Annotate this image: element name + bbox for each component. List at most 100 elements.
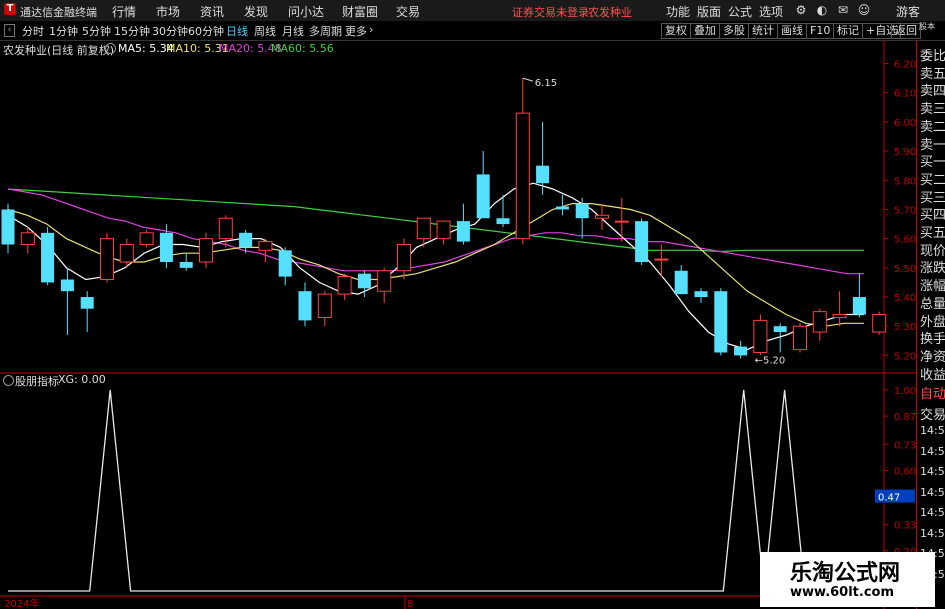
- menu-faxian[interactable]: 发现: [244, 3, 268, 20]
- menu-caifuquan[interactable]: 财富圈: [342, 3, 378, 20]
- share-capital-small: 股本: [919, 22, 935, 31]
- candle-body: [515, 112, 530, 240]
- candle-body: [496, 218, 510, 225]
- period-15min[interactable]: 15分钟: [114, 23, 150, 39]
- candle-body: [100, 238, 114, 281]
- quote-field-label: 涨幅: [920, 279, 945, 295]
- settings-icon[interactable]: ⚙: [793, 2, 809, 18]
- menu-xuanxiang[interactable]: 选项: [759, 3, 783, 20]
- candle-body: [377, 270, 392, 292]
- candle-body: [298, 291, 312, 321]
- candle-body: [694, 291, 708, 298]
- quote-field-label: 卖四: [920, 84, 945, 100]
- tick-time: 14:56: [920, 526, 945, 540]
- quote-field-label: 总量: [920, 296, 945, 312]
- menu-shichang[interactable]: 市场: [156, 3, 180, 20]
- period-more[interactable]: 更多: [345, 23, 367, 39]
- candle-body: [20, 232, 35, 245]
- candle: [298, 282, 312, 327]
- quote-field-label: 卖三: [920, 102, 945, 118]
- indicator-axis-label: 1.00: [894, 386, 916, 397]
- skin-icon[interactable]: ◐: [814, 2, 830, 18]
- period-1min[interactable]: 1分钟: [49, 23, 78, 39]
- period-60min[interactable]: 60分钟: [188, 23, 224, 39]
- price-axis-label: 6.10: [894, 89, 916, 100]
- menu-zixun[interactable]: 资讯: [200, 3, 224, 20]
- ma20-line: [7, 188, 864, 275]
- mail-icon[interactable]: ✉: [835, 2, 851, 18]
- price-chart[interactable]: 6.15 ←5.20 6.20 6.10 6.00 5.90 5.80 5.70 5.60 5.…: [0, 40, 945, 609]
- menu-gongneng[interactable]: 功能: [666, 3, 690, 20]
- indicator-axis-label: 0.73: [894, 440, 916, 451]
- guest-label[interactable]: 游客: [896, 3, 920, 20]
- candle-body: [753, 319, 768, 353]
- candle: [1, 203, 15, 254]
- candle-body: [654, 258, 669, 261]
- period-5min[interactable]: 5分钟: [82, 23, 111, 39]
- quote-field-label: 收益: [920, 367, 945, 383]
- quote-field-label: 卖二: [920, 119, 945, 135]
- btn-diejia[interactable]: 叠加: [690, 23, 720, 39]
- login-notice[interactable]: 证券交易未登录: [512, 4, 589, 20]
- candle: [654, 244, 669, 277]
- candle-body: [139, 232, 154, 245]
- quote-field-label: 买三: [920, 190, 945, 206]
- indicator-axis-label: 0.33: [894, 521, 916, 532]
- candle: [416, 217, 431, 248]
- ma10-line: [7, 203, 864, 327]
- more-chevron-icon[interactable]: ›: [369, 23, 373, 36]
- collapse-icon[interactable]: ‹: [4, 24, 15, 37]
- candle-body: [436, 220, 451, 240]
- candle-body: [317, 293, 332, 318]
- watermark: 乐淘公式网 www.60lt.com: [760, 552, 935, 607]
- candle-body: [456, 221, 470, 242]
- btn-fanhui[interactable]: 返回: [891, 23, 921, 39]
- btn-tongji[interactable]: 统计: [748, 23, 778, 39]
- trade-tab[interactable]: 交易: [920, 404, 945, 423]
- indicator-axis-label: 0.47: [878, 493, 900, 504]
- quote-field-label: 外盘: [920, 314, 945, 330]
- btn-fuquan[interactable]: 复权: [661, 23, 691, 39]
- candle-body: [397, 243, 411, 272]
- menu-banmian[interactable]: 版面: [697, 3, 721, 20]
- candle: [337, 273, 352, 300]
- candle: [80, 291, 94, 333]
- candle-body: [119, 243, 134, 263]
- period-multi[interactable]: 多周期: [309, 23, 342, 39]
- candle: [317, 291, 332, 327]
- menu-jiaoyi[interactable]: 交易: [396, 3, 420, 20]
- quote-side-panel: 委比 卖五 卖四 卖三 卖二 卖一 买一 买二 买三 买四 买五 现价 涨跌 涨幅 总量 外盘 换手 净资 收益 自动…: [916, 40, 945, 609]
- candle: [674, 264, 688, 295]
- btn-huaxian[interactable]: 画线: [777, 23, 807, 39]
- candle-body: [812, 311, 827, 333]
- app-logo-icon: T: [4, 3, 16, 15]
- period-30min[interactable]: 30分钟: [152, 23, 188, 39]
- menu-wenxiaoda[interactable]: 问小达: [288, 3, 324, 20]
- candle-body: [872, 314, 887, 333]
- candle-body: [476, 174, 490, 219]
- menu-gongshi[interactable]: 公式: [728, 3, 752, 20]
- indicator-settings-icon[interactable]: [3, 375, 14, 386]
- trade-tab[interactable]: 自动: [920, 383, 945, 402]
- period-daily[interactable]: 日线: [226, 23, 248, 39]
- quote-field-label: 买一: [920, 155, 945, 171]
- candle-body: [179, 262, 193, 268]
- candle-body: [674, 270, 688, 295]
- quote-field-label: 现价: [920, 243, 945, 259]
- period-monthly[interactable]: 月线: [282, 23, 304, 39]
- candle-body: [773, 326, 787, 333]
- quote-field-label: 净资: [920, 349, 945, 365]
- period-weekly[interactable]: 周线: [254, 23, 276, 39]
- period-fenshi[interactable]: 分时: [22, 23, 44, 39]
- candle: [635, 218, 649, 265]
- user-icon[interactable]: ☺: [856, 2, 872, 18]
- price-axis-label: 5.30: [894, 322, 916, 333]
- topbar-stock-name: 农发种业: [588, 6, 632, 19]
- btn-biaoji[interactable]: 标记: [833, 23, 863, 39]
- btn-duogu[interactable]: 多股: [719, 23, 749, 39]
- btn-f10[interactable]: F10: [806, 23, 835, 39]
- menu-hangqing[interactable]: 行情: [112, 3, 136, 20]
- candle: [436, 220, 451, 245]
- candle-body: [555, 206, 569, 210]
- indicator-axis-label: 0.87: [894, 412, 916, 423]
